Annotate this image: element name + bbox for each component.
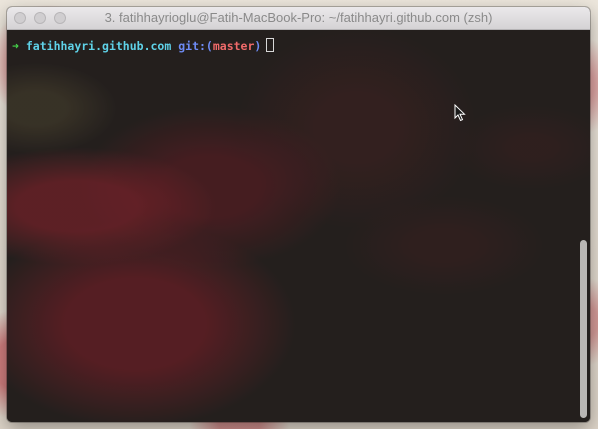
window-title: 3. fatihhayrioglu@Fatih-MacBook-Pro: ~/f… <box>104 10 493 25</box>
mouse-pointer-icon <box>454 104 466 122</box>
background-dim-overlay <box>7 30 590 422</box>
close-button[interactable] <box>14 12 26 24</box>
terminal-window[interactable]: 3. fatihhayrioglu@Fatih-MacBook-Pro: ~/f… <box>7 7 590 422</box>
git-branch: master <box>212 39 255 53</box>
terminal-content[interactable]: ➜ fatihhayri.github.com git:(master) <box>7 30 590 422</box>
window-controls <box>14 12 66 24</box>
prompt-arrow-icon: ➜ <box>12 39 19 53</box>
prompt-directory: fatihhayri.github.com <box>25 39 172 53</box>
title-bar[interactable]: 3. fatihhayrioglu@Fatih-MacBook-Pro: ~/f… <box>7 7 590 30</box>
shell-prompt: ➜ fatihhayri.github.com git:(master) <box>12 38 275 53</box>
git-prefix: git:( <box>178 39 213 53</box>
git-suffix: ) <box>254 39 262 53</box>
scrollbar-thumb[interactable] <box>580 240 587 418</box>
text-cursor <box>266 38 275 52</box>
zoom-button[interactable] <box>54 12 66 24</box>
vertical-scrollbar[interactable] <box>577 30 590 422</box>
minimize-button[interactable] <box>34 12 46 24</box>
